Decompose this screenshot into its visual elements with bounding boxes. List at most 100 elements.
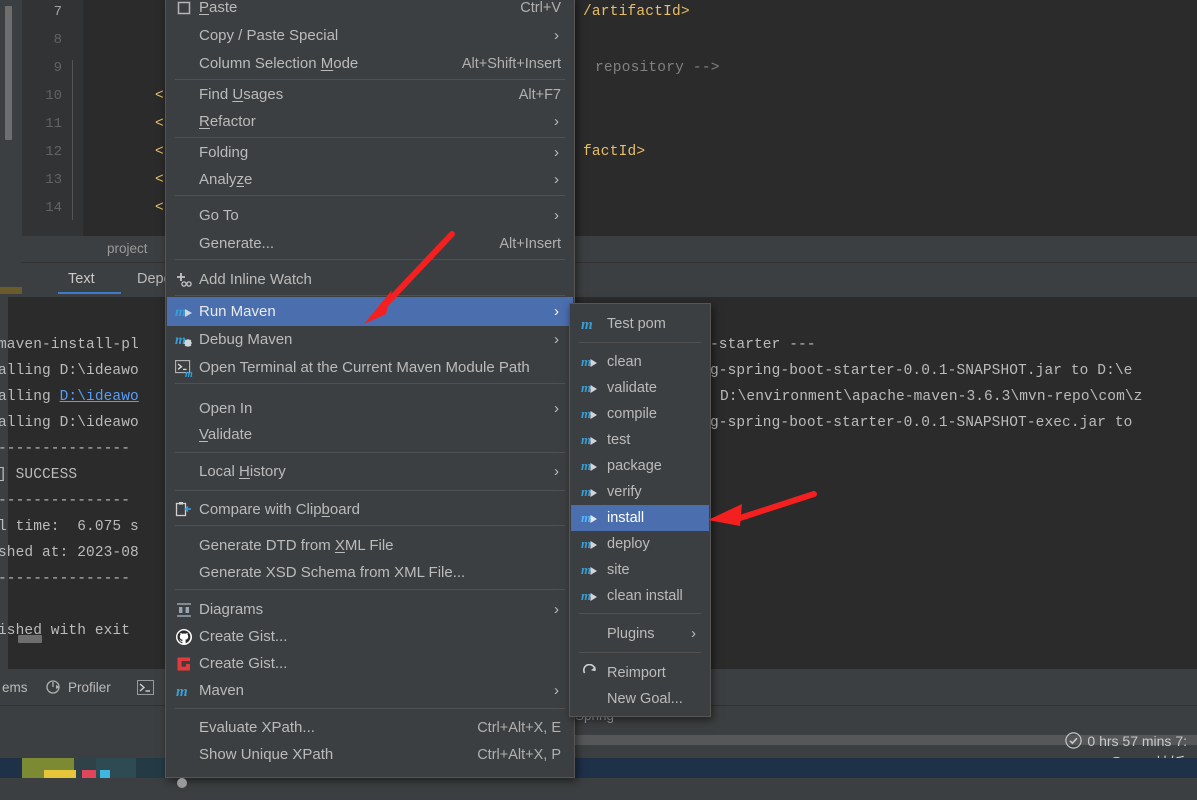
menu-item-label: Refactor <box>199 113 256 130</box>
menu-item-label: Evaluate XPath... <box>199 719 315 736</box>
submenu-item-verify[interactable]: m verify <box>571 479 709 505</box>
menu-item-refactor[interactable]: Refactor › <box>167 108 573 136</box>
menu-item-create-gist-gitlab[interactable]: Create Gist... <box>167 650 573 678</box>
menu-item-label: Run Maven <box>199 303 276 320</box>
menu-item-find-usages[interactable]: Find Usages Alt+F7 <box>167 81 573 109</box>
submenu-item-label: install <box>607 510 645 526</box>
menu-item-label: Create Gist... <box>199 655 288 672</box>
submenu-item-label: test <box>607 432 631 448</box>
menu-item-open-terminal-maven[interactable]: m Open Terminal at the Current Maven Mod… <box>167 354 573 382</box>
editor-scrollbar[interactable] <box>5 6 12 140</box>
menu-item-analyze[interactable]: Analyze › <box>167 166 573 194</box>
line-number: 8 <box>53 32 62 48</box>
profiler-tab-label[interactable]: Profiler <box>68 671 111 705</box>
code-line: < <box>155 88 164 104</box>
menu-item-add-inline-watch[interactable]: Add Inline Watch <box>167 266 573 294</box>
svg-text:m: m <box>175 305 186 320</box>
submenu-item-reimport[interactable]: Reimport <box>571 660 709 686</box>
submenu-item-label: validate <box>607 380 657 396</box>
submenu-item-label: New Goal... <box>607 691 683 707</box>
submenu-separator <box>579 652 701 653</box>
menu-item-open-in[interactable]: Open In › <box>167 395 573 423</box>
code-line: repository --> <box>595 60 720 76</box>
submenu-item-label: deploy <box>607 536 650 552</box>
menu-separator <box>175 452 565 453</box>
chevron-right-icon: › <box>554 207 559 224</box>
submenu-item-compile[interactable]: m compile <box>571 401 709 427</box>
code-line: factId> <box>583 144 646 160</box>
menu-item-generate-dtd[interactable]: Generate DTD from XML File <box>167 532 573 560</box>
svg-text:m: m <box>185 369 193 377</box>
maven-goal-icon: m <box>581 353 601 371</box>
submenu-item-test-pom[interactable]: m Test pom <box>571 311 709 337</box>
submenu-item-clean-install[interactable]: m clean install <box>571 583 709 609</box>
taskbar-thumbnail-accent <box>100 770 110 778</box>
terminal-maven-icon: m <box>175 359 193 380</box>
submenu-item-plugins[interactable]: Plugins › <box>571 621 709 647</box>
tab-text[interactable]: Text <box>68 263 95 295</box>
run-maven-submenu: m Test pom m clean m validate m compile … <box>569 303 711 717</box>
editor-fold-strip[interactable] <box>68 0 83 236</box>
console-line: maven-install-pl <box>0 337 139 353</box>
menu-item-copy-paste-special[interactable]: Copy / Paste Special › <box>167 22 573 50</box>
menu-item-maven[interactable]: m Maven › <box>167 677 573 705</box>
gitlab-icon <box>175 655 193 673</box>
menu-item-debug-maven[interactable]: m Debug Maven › <box>167 326 573 354</box>
menu-item-validate[interactable]: Validate <box>167 421 573 449</box>
menu-item-local-history[interactable]: Local History › <box>167 458 573 486</box>
submenu-item-validate[interactable]: m validate <box>571 375 709 401</box>
svg-text:m: m <box>581 317 593 333</box>
line-number: 13 <box>45 172 62 188</box>
submenu-item-label: clean <box>607 354 642 370</box>
github-icon <box>175 628 193 646</box>
submenu-item-package[interactable]: m package <box>571 453 709 479</box>
svg-text:m: m <box>581 536 591 551</box>
maven-goal-icon: m <box>581 457 601 475</box>
menu-item-label: Compare with Clipboard <box>199 501 360 518</box>
svg-text:m: m <box>581 432 591 447</box>
svg-text:m: m <box>581 458 591 473</box>
menu-item-go-to[interactable]: Go To › <box>167 202 573 230</box>
menu-separator <box>175 383 565 384</box>
menu-item-label: Find Usages <box>199 86 284 103</box>
fold-guide-line <box>72 60 73 220</box>
menu-item-show-unique-xpath[interactable]: Show Unique XPath Ctrl+Alt+X, P <box>167 741 573 769</box>
submenu-item-site[interactable]: m site <box>571 557 709 583</box>
maven-goal-icon: m <box>581 379 601 397</box>
menu-item-compare-with-clipboard[interactable]: Compare with Clipboard <box>167 496 573 524</box>
menu-item-evaluate-xpath[interactable]: Evaluate XPath... Ctrl+Alt+X, E <box>167 714 573 742</box>
console-horizontal-scrollbar[interactable] <box>18 635 42 643</box>
chevron-right-icon: › <box>554 601 559 618</box>
submenu-item-install[interactable]: m install <box>571 505 709 531</box>
terminal-icon[interactable] <box>137 671 154 705</box>
menu-item-label: Create Gist... <box>199 628 288 645</box>
submenu-item-deploy[interactable]: m deploy <box>571 531 709 557</box>
submenu-item-clean[interactable]: m clean <box>571 349 709 375</box>
menu-item-label: Generate... <box>199 235 275 252</box>
menu-item-folding[interactable]: Folding › <box>167 139 573 167</box>
svg-text:m: m <box>175 333 186 348</box>
line-number: 12 <box>45 144 62 160</box>
chevron-right-icon: › <box>554 144 559 161</box>
console-link[interactable]: D:\ideawo <box>60 389 139 405</box>
time-tracker[interactable]: 0 hrs 57 mins 7: <box>1065 732 1187 752</box>
menu-item-diagrams[interactable]: Diagrams › <box>167 596 573 624</box>
time-tracker-label: 0 hrs 57 mins 7: <box>1087 733 1187 749</box>
menu-item-column-selection-mode[interactable]: Column Selection Mode Alt+Shift+Insert <box>167 50 573 78</box>
editor-marker-strip <box>0 287 22 294</box>
menu-item-run-maven[interactable]: m Run Maven › <box>167 297 573 326</box>
menu-item-generate-xsd[interactable]: Generate XSD Schema from XML File... <box>167 559 573 587</box>
menu-item-create-gist-github[interactable]: Create Gist... <box>167 623 573 651</box>
menu-item-accel: Ctrl+Alt+X, P <box>477 747 561 763</box>
menu-item-paste[interactable]: Paste Ctrl+V <box>167 0 573 22</box>
problems-tab-label[interactable]: ems <box>2 671 28 705</box>
clock-check-icon <box>1065 732 1083 752</box>
submenu-item-new-goal[interactable]: New Goal... <box>571 686 709 712</box>
line-number: 10 <box>45 88 62 104</box>
menu-item-label: Debug Maven <box>199 331 293 348</box>
submenu-item-test[interactable]: m test <box>571 427 709 453</box>
chevron-right-icon: › <box>554 113 559 130</box>
menu-item-partial[interactable] <box>167 768 573 796</box>
taskbar-thumbnail[interactable] <box>136 758 166 778</box>
menu-item-generate[interactable]: Generate... Alt+Insert <box>167 230 573 258</box>
